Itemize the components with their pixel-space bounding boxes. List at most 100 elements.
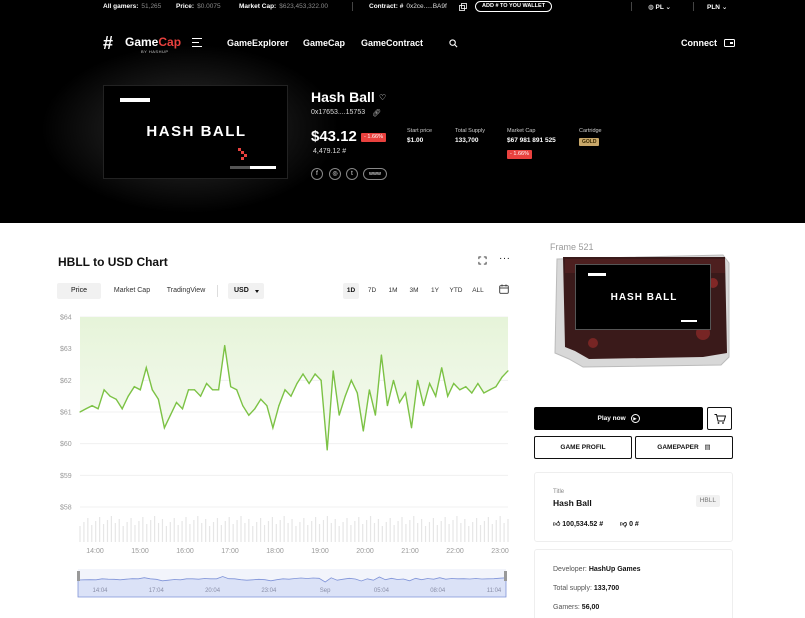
like-button[interactable]: 👍︎ 100,534.52 # bbox=[553, 519, 603, 528]
gamers-value: 56,00 bbox=[581, 604, 600, 611]
x-tick-label: 22:00 bbox=[446, 548, 464, 555]
nav-gamecap[interactable]: GameCap bbox=[303, 38, 345, 48]
language-select[interactable]: ◍ PL ⌄ bbox=[648, 3, 671, 11]
market-cap-change-badge: - 1.66% bbox=[507, 150, 532, 159]
price-point bbox=[441, 367, 443, 369]
wallet-icon[interactable] bbox=[724, 39, 735, 47]
market-cap-value: $623,453,322.00 bbox=[279, 3, 329, 10]
currency-dropdown[interactable]: USD bbox=[228, 283, 264, 299]
price-point bbox=[121, 408, 123, 410]
price-point bbox=[423, 405, 425, 407]
banner-paddle-shadow bbox=[230, 166, 250, 169]
stat-price: Price: $0.0075 bbox=[176, 3, 221, 10]
tab-market-cap[interactable]: Market Cap bbox=[106, 283, 158, 299]
total-supply-value: 133,700 bbox=[455, 137, 479, 144]
range-7d[interactable]: 7D bbox=[364, 283, 380, 299]
price-point bbox=[410, 427, 413, 429]
nav-game-contract[interactable]: GameContract bbox=[361, 38, 423, 48]
website-link[interactable]: www bbox=[363, 168, 387, 180]
range-ytd[interactable]: YTD bbox=[447, 283, 465, 299]
price-point bbox=[193, 389, 196, 391]
price-point bbox=[133, 386, 135, 388]
more-options-icon[interactable]: ··· bbox=[499, 253, 511, 264]
range-3m[interactable]: 3M bbox=[406, 283, 422, 299]
price-point bbox=[242, 405, 244, 407]
twitter-icon[interactable]: t bbox=[346, 168, 358, 180]
range-1d[interactable]: 1D bbox=[343, 283, 359, 299]
menu-icon[interactable] bbox=[192, 38, 202, 49]
price-point bbox=[278, 405, 280, 407]
game-amount: 4,479.12 # bbox=[313, 148, 347, 155]
instagram-icon[interactable]: ◎ bbox=[329, 168, 341, 180]
y-tick-label: $63 bbox=[60, 346, 72, 353]
price-point bbox=[296, 382, 298, 385]
navigator-left-handle[interactable] bbox=[77, 571, 80, 581]
calendar-icon[interactable] bbox=[499, 284, 509, 294]
title-value: Hash Ball bbox=[553, 498, 592, 508]
price-point bbox=[320, 379, 322, 381]
price-point bbox=[374, 414, 376, 416]
play-now-button[interactable]: Play now ▶ bbox=[534, 407, 703, 430]
navigator-right-handle[interactable] bbox=[504, 571, 507, 581]
price-point bbox=[380, 354, 383, 356]
y-tick-label: $61 bbox=[60, 410, 72, 417]
dislikes-value: 0 # bbox=[629, 521, 639, 528]
price-point bbox=[109, 395, 111, 397]
price-point bbox=[404, 392, 407, 394]
range-1y[interactable]: 1Y bbox=[427, 283, 443, 299]
nav-game-explorer[interactable]: GameExplorer bbox=[227, 38, 289, 48]
logo-text: GameCap bbox=[125, 35, 181, 49]
price-point bbox=[398, 401, 401, 404]
connect-button[interactable]: Connect bbox=[681, 38, 717, 48]
navigator-tick-label: 14:04 bbox=[92, 588, 108, 594]
price-chart[interactable]: $64 $63 $62 $61 $60 $59 $58 14:00 15:00 16:00 17:… bbox=[50, 305, 520, 603]
tab-tradingview[interactable]: TradingView bbox=[160, 283, 212, 299]
price-change-badge: - 1.66% bbox=[361, 133, 386, 142]
range-1m[interactable]: 1M bbox=[385, 283, 401, 299]
copy-icon[interactable] bbox=[459, 3, 467, 11]
price-point bbox=[205, 382, 208, 385]
currency-select[interactable]: PLN ⌄ bbox=[707, 3, 727, 11]
facebook-icon[interactable]: f bbox=[311, 168, 323, 180]
price-point bbox=[350, 379, 352, 381]
link-icon[interactable]: 🔗︎ bbox=[372, 109, 381, 117]
price-point bbox=[314, 373, 316, 375]
price-point bbox=[115, 398, 117, 400]
price-point bbox=[199, 395, 202, 397]
frame-label: Frame 521 bbox=[550, 242, 594, 252]
game-address: 0x17653....15753 bbox=[311, 109, 366, 116]
add-to-wallet-button[interactable]: ADD # TO YOU WALLET bbox=[475, 1, 553, 12]
gamers-label: Gamers: bbox=[553, 604, 580, 611]
price-point bbox=[103, 389, 105, 391]
search-icon[interactable] bbox=[449, 39, 458, 48]
price-point bbox=[85, 408, 87, 410]
cartridge-stat: Cartridge bbox=[579, 128, 602, 134]
y-tick-label: $60 bbox=[60, 441, 72, 448]
total-supply-stat: Total Supply 133,700 bbox=[455, 128, 485, 144]
price-point bbox=[284, 389, 286, 391]
cartridge-screen: HASH BALL bbox=[575, 264, 711, 330]
game-profil-button[interactable]: GAME PROFIL bbox=[534, 436, 632, 459]
cartridge-label: Cartridge bbox=[579, 128, 602, 134]
x-tick-label: 15:00 bbox=[131, 548, 149, 555]
gamepaper-button[interactable]: GAMEPAPER ▤ bbox=[635, 436, 733, 459]
price-point bbox=[362, 430, 364, 432]
logo-game: Game bbox=[125, 35, 159, 49]
price-point bbox=[416, 379, 419, 381]
developer-value: HashUp Games bbox=[588, 566, 641, 573]
dislike-button[interactable]: 👎︎ 0 # bbox=[620, 519, 639, 528]
price-point bbox=[326, 449, 328, 451]
tab-price[interactable]: Price bbox=[57, 283, 101, 299]
divider bbox=[631, 2, 632, 11]
game-price: $43.12 bbox=[311, 128, 357, 145]
game-banner-image: HASH BALL bbox=[103, 85, 288, 179]
hash-icon: # bbox=[399, 3, 404, 10]
x-tick-label: 23:00 bbox=[491, 548, 509, 555]
range-all[interactable]: ALL bbox=[469, 283, 487, 299]
heart-icon[interactable]: ♡ bbox=[379, 93, 386, 102]
price-point bbox=[266, 405, 268, 407]
expand-icon[interactable] bbox=[478, 256, 487, 265]
price-point bbox=[453, 382, 455, 385]
add-to-cart-button[interactable] bbox=[707, 407, 732, 430]
y-tick-label: $58 bbox=[60, 505, 72, 512]
